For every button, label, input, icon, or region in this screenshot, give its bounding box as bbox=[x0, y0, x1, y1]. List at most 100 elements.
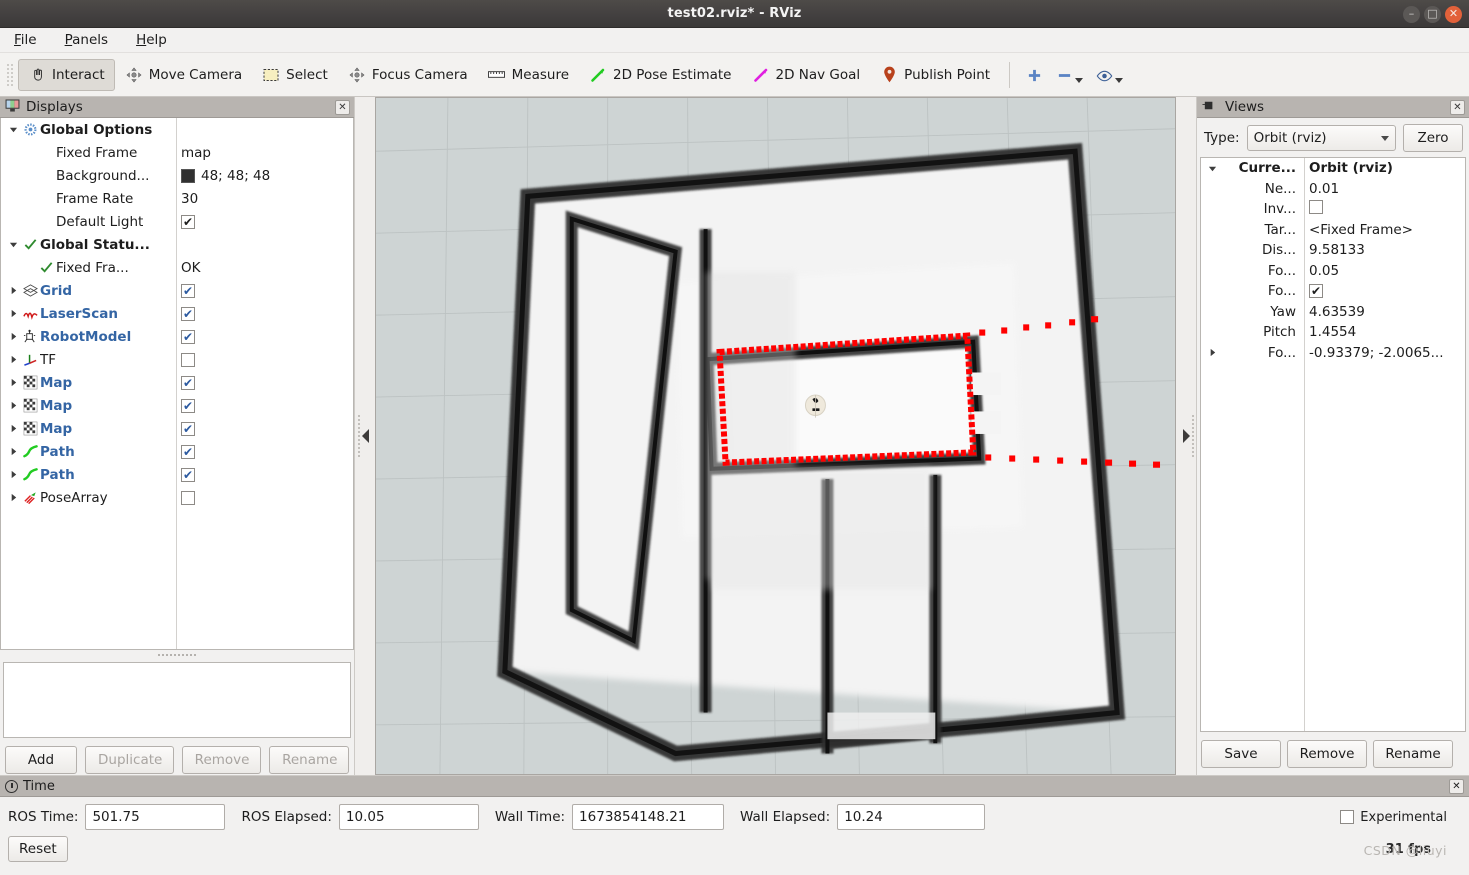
right-splitter[interactable] bbox=[1176, 97, 1196, 775]
expander-expand-icon[interactable] bbox=[5, 309, 21, 318]
expander-expand-icon[interactable] bbox=[1201, 348, 1223, 357]
views-row[interactable]: Dis... 9.58133 bbox=[1201, 240, 1465, 261]
save-view-button[interactable]: Save bbox=[1201, 740, 1281, 768]
expander-expand-icon[interactable] bbox=[5, 424, 21, 433]
views-close-icon[interactable]: ✕ bbox=[1450, 99, 1465, 115]
displays-row-value[interactable]: 30 bbox=[181, 191, 198, 207]
ros-elapsed-input[interactable]: 10.05 bbox=[338, 804, 479, 830]
displays-row-value[interactable] bbox=[181, 214, 195, 229]
displays-row-laserscan[interactable]: LaserScan bbox=[1, 302, 353, 325]
toolbar-drag-handle[interactable] bbox=[6, 62, 14, 87]
displays-row-value[interactable] bbox=[181, 283, 195, 298]
views-row-value[interactable]: Orbit (rviz) bbox=[1309, 160, 1393, 176]
displays-row-fixed-fra[interactable]: Fixed Fra... OK bbox=[1, 256, 353, 279]
displays-row-map[interactable]: Map bbox=[1, 371, 353, 394]
displays-row-frame-rate[interactable]: Frame Rate 30 bbox=[1, 187, 353, 210]
expander-collapse-icon[interactable] bbox=[5, 125, 21, 134]
tool-select[interactable]: Select bbox=[252, 59, 338, 91]
tool-2d-nav-goal[interactable]: 2D Nav Goal bbox=[742, 59, 871, 91]
displays-row-checkbox[interactable] bbox=[181, 444, 195, 459]
tool-focus-camera[interactable]: Focus Camera bbox=[338, 59, 478, 91]
displays-row-value[interactable] bbox=[181, 444, 195, 459]
tool-interact[interactable]: Interact bbox=[18, 58, 115, 91]
displays-row-tf[interactable]: TF bbox=[1, 348, 353, 371]
displays-row-checkbox[interactable] bbox=[181, 214, 195, 229]
displays-row-checkbox[interactable] bbox=[181, 306, 195, 321]
wall-time-input[interactable]: 1673854148.21 bbox=[572, 804, 725, 830]
displays-row-path[interactable]: Path bbox=[1, 440, 353, 463]
chevron-down-icon[interactable] bbox=[1075, 77, 1084, 83]
menu-file[interactable]: File bbox=[10, 30, 41, 50]
displays-row-map[interactable]: Map bbox=[1, 417, 353, 440]
displays-row-value[interactable] bbox=[181, 329, 195, 344]
tool-measure[interactable]: Measure bbox=[478, 59, 579, 91]
displays-row-robotmodel[interactable]: RobotModel bbox=[1, 325, 353, 348]
displays-row-checkbox[interactable] bbox=[181, 283, 195, 298]
displays-row-checkbox[interactable] bbox=[181, 398, 195, 413]
displays-row-fixed-frame[interactable]: Fixed Frame map bbox=[1, 141, 353, 164]
experimental-toggle[interactable]: Experimental bbox=[1340, 810, 1461, 825]
experimental-checkbox[interactable] bbox=[1340, 810, 1355, 824]
views-row[interactable]: Ne... 0.01 bbox=[1201, 179, 1465, 200]
reset-button[interactable]: Reset bbox=[8, 836, 68, 862]
wall-elapsed-input[interactable]: 10.24 bbox=[837, 804, 986, 830]
displays-close-icon[interactable]: ✕ bbox=[335, 99, 350, 115]
expander-expand-icon[interactable] bbox=[5, 286, 21, 295]
3d-viewport[interactable] bbox=[375, 97, 1176, 775]
displays-row-posearray[interactable]: PoseArray bbox=[1, 486, 353, 509]
expander-expand-icon[interactable] bbox=[5, 332, 21, 341]
displays-row-map[interactable]: Map bbox=[1, 394, 353, 417]
tool-publish-point[interactable]: Publish Point bbox=[870, 59, 1000, 91]
expander-expand-icon[interactable] bbox=[5, 355, 21, 364]
views-row[interactable]: Inv... bbox=[1201, 199, 1465, 220]
displays-row-checkbox[interactable] bbox=[181, 490, 195, 505]
expander-collapse-icon[interactable] bbox=[1201, 164, 1223, 173]
displays-row-background[interactable]: Background... 48; 48; 48 bbox=[1, 164, 353, 187]
expander-expand-icon[interactable] bbox=[5, 470, 21, 479]
displays-row-value[interactable] bbox=[181, 352, 195, 367]
remove-display-button[interactable]: Remove bbox=[181, 746, 262, 774]
expander-expand-icon[interactable] bbox=[5, 447, 21, 456]
color-swatch[interactable] bbox=[181, 168, 195, 183]
displays-row-value[interactable] bbox=[181, 398, 195, 413]
expander-expand-icon[interactable] bbox=[5, 378, 21, 387]
time-close-icon[interactable]: ✕ bbox=[1449, 778, 1464, 794]
displays-row-value[interactable] bbox=[181, 306, 195, 321]
displays-row-value[interactable] bbox=[181, 490, 195, 505]
displays-row-path[interactable]: Path bbox=[1, 463, 353, 486]
displays-row-value[interactable]: OK bbox=[181, 260, 200, 276]
views-row[interactable]: Fo... -0.93379; -2.0065... bbox=[1201, 343, 1465, 364]
displays-row-global-statu[interactable]: Global Statu... bbox=[1, 233, 353, 256]
views-row-value[interactable]: 9.58133 bbox=[1309, 242, 1365, 258]
zoom-out-button[interactable] bbox=[1049, 63, 1089, 87]
views-row[interactable]: Fo... 0.05 bbox=[1201, 261, 1465, 282]
displays-row-checkbox[interactable] bbox=[181, 421, 195, 436]
menu-help[interactable]: Help bbox=[132, 30, 171, 50]
views-row-value[interactable] bbox=[1309, 200, 1323, 218]
expander-collapse-icon[interactable] bbox=[5, 240, 21, 249]
views-row-checkbox[interactable] bbox=[1309, 284, 1323, 299]
views-zero-button[interactable]: Zero bbox=[1403, 124, 1463, 152]
left-splitter[interactable] bbox=[355, 97, 375, 775]
views-row[interactable]: Tar... <Fixed Frame> bbox=[1201, 220, 1465, 241]
rename-display-button[interactable]: Rename bbox=[269, 746, 350, 774]
add-display-button[interactable]: Add bbox=[5, 746, 77, 774]
displays-row-checkbox[interactable] bbox=[181, 329, 195, 344]
views-row[interactable]: Fo... bbox=[1201, 281, 1465, 302]
rename-view-button[interactable]: Rename bbox=[1373, 740, 1453, 768]
tool-move-camera[interactable]: Move Camera bbox=[115, 59, 252, 91]
menu-panels[interactable]: Panels bbox=[61, 30, 112, 50]
views-row-value[interactable] bbox=[1309, 283, 1323, 299]
displays-row-grid[interactable]: Grid bbox=[1, 279, 353, 302]
views-row[interactable]: Curre... Orbit (rviz) bbox=[1201, 158, 1465, 179]
displays-splitter-grip[interactable] bbox=[0, 650, 354, 658]
remove-view-button[interactable]: Remove bbox=[1287, 740, 1367, 768]
ros-time-input[interactable]: 501.75 bbox=[85, 804, 226, 830]
displays-row-default-light[interactable]: Default Light bbox=[1, 210, 353, 233]
displays-row-checkbox[interactable] bbox=[181, 467, 195, 482]
displays-tree[interactable]: Global Options Fixed Frame map Background..… bbox=[0, 118, 354, 650]
visibility-button[interactable] bbox=[1089, 63, 1129, 87]
views-row-value[interactable]: 4.63539 bbox=[1309, 304, 1365, 320]
views-row[interactable]: Pitch 1.4554 bbox=[1201, 322, 1465, 343]
maximize-button[interactable]: □ bbox=[1424, 5, 1441, 23]
